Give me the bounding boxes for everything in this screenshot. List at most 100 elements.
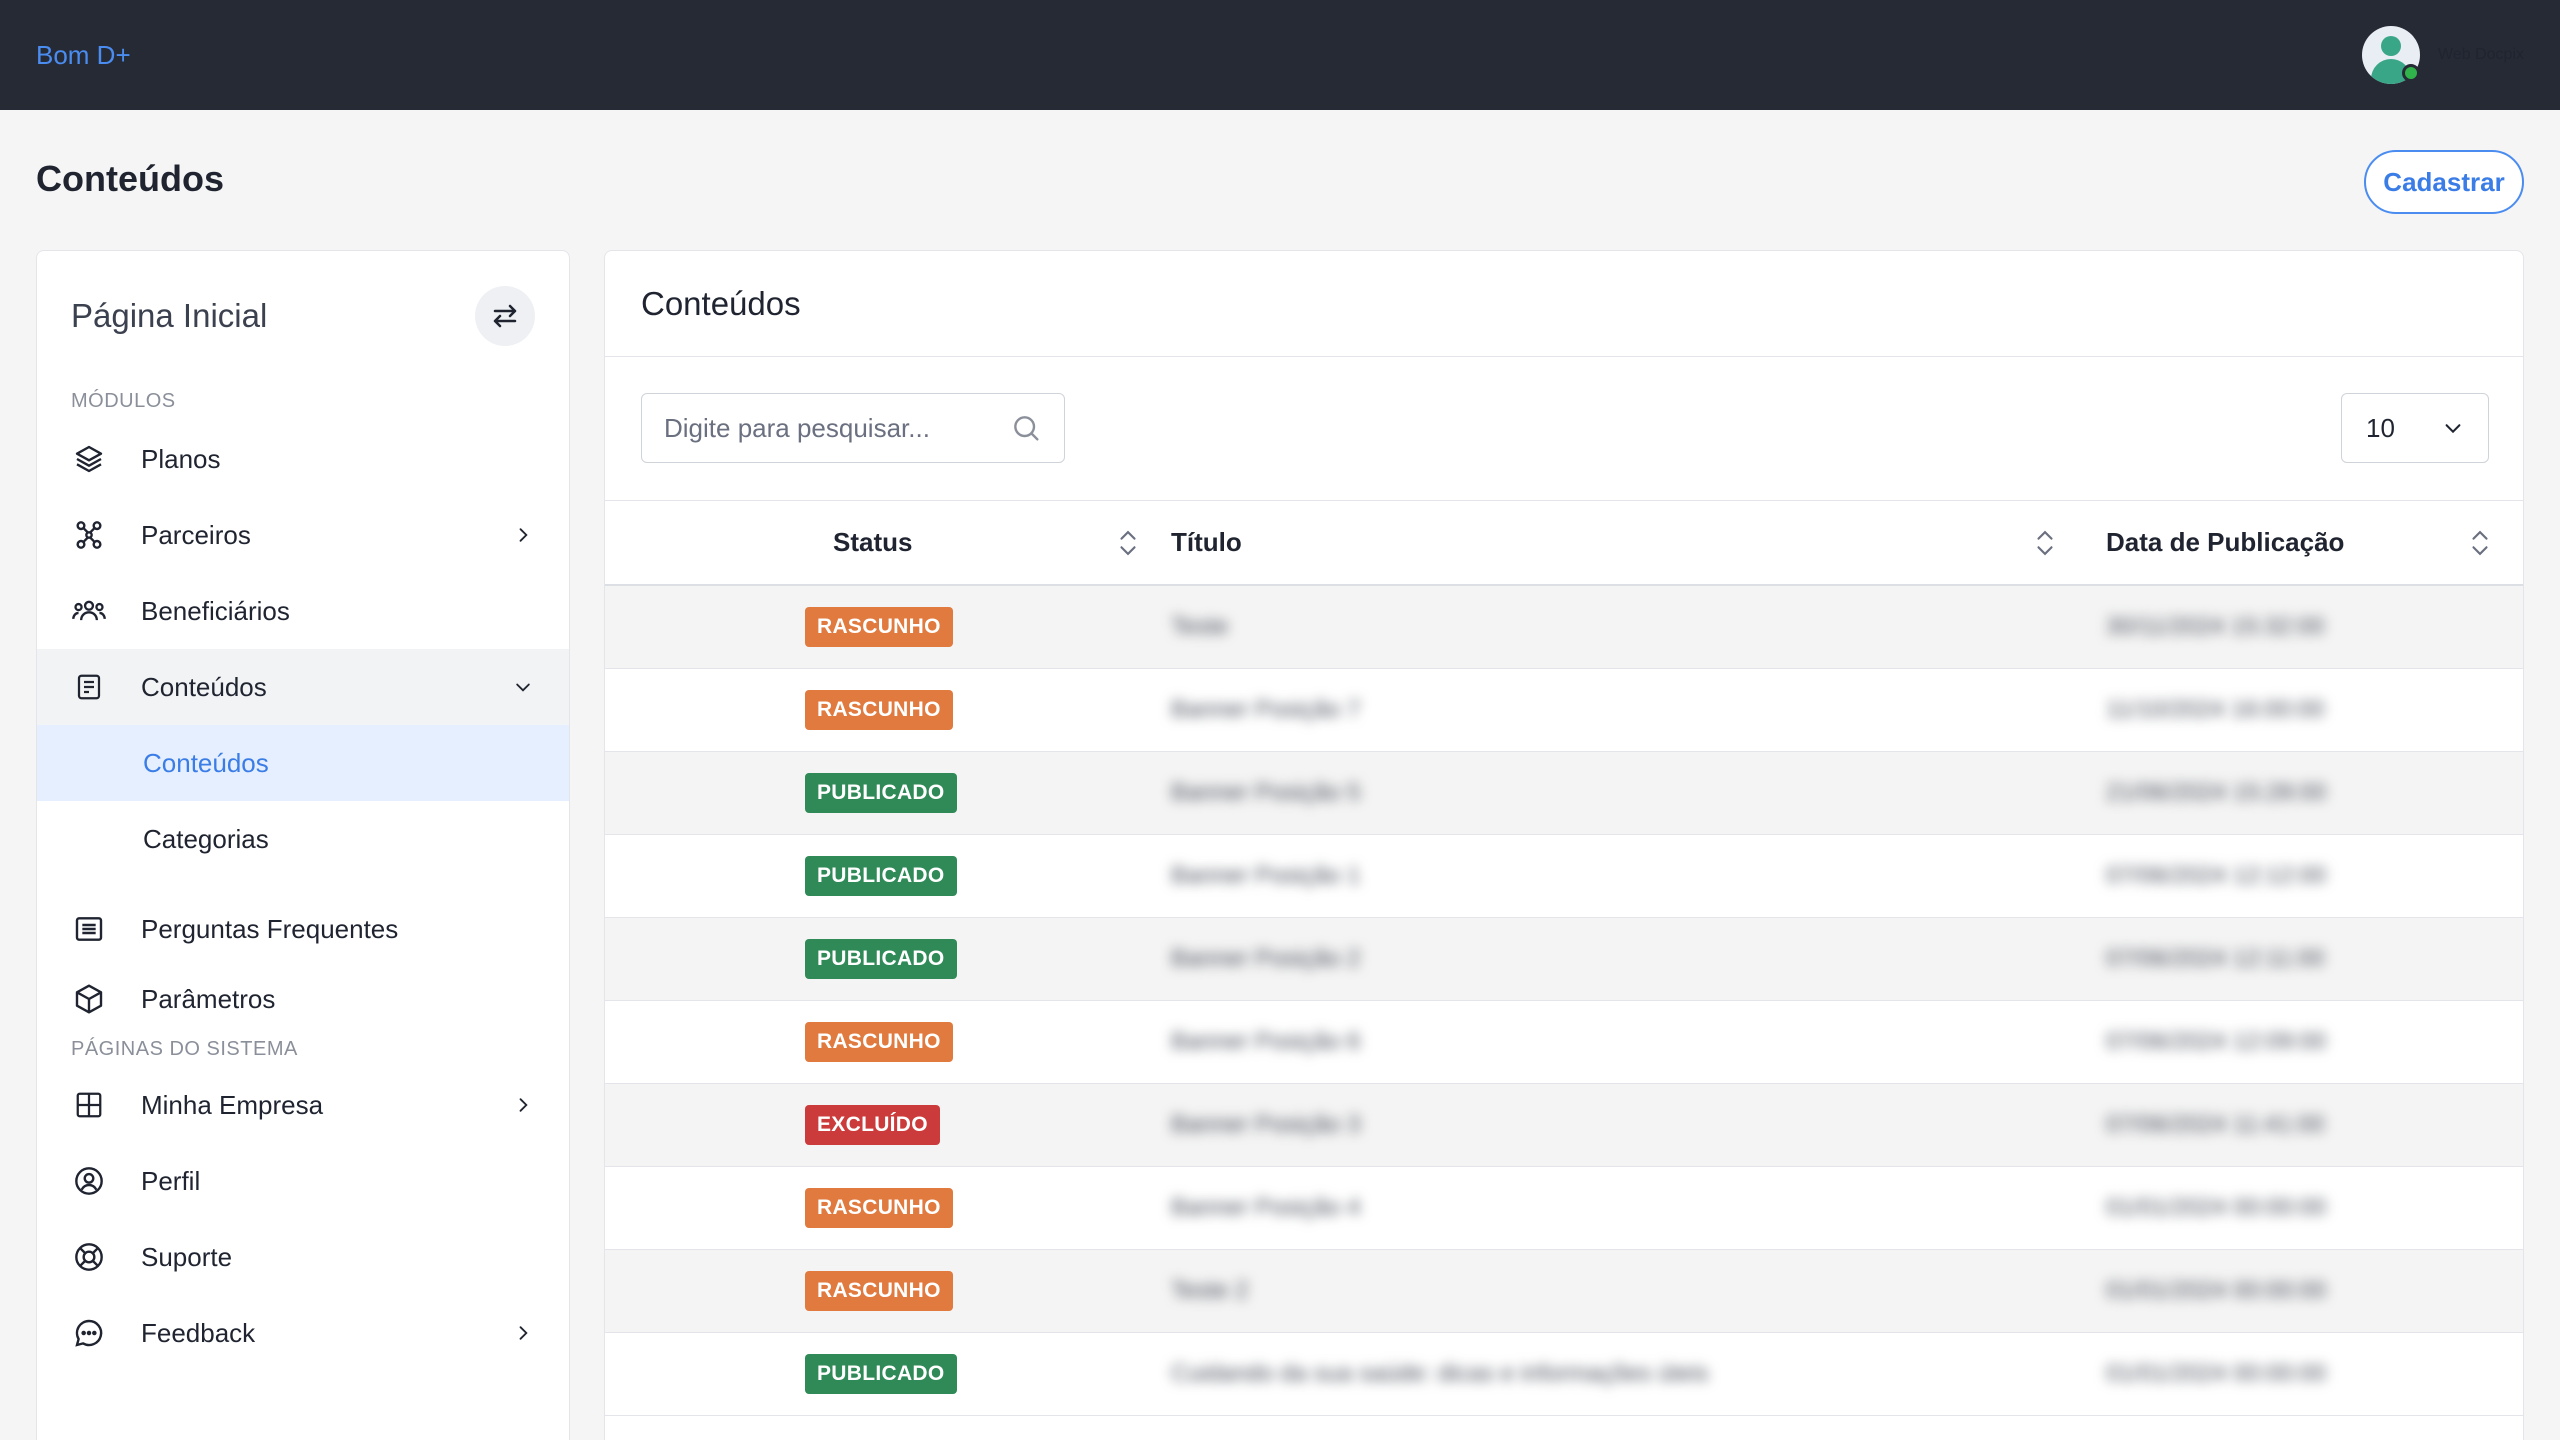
status-cell: PUBLICADO (605, 1332, 1171, 1416)
network-icon (71, 517, 107, 553)
date-text: 30/11/2024 15:32:00 (2106, 612, 2325, 640)
search-input[interactable] (664, 412, 984, 444)
table-row[interactable]: RASCUNHO Banner Posição 4 01/01/2024 00:00… (605, 1166, 2523, 1250)
title-cell[interactable]: Banner Posição 6 (1171, 1000, 2106, 1084)
column-header-titulo[interactable]: Título (1171, 501, 2106, 586)
sidebar-item-beneficiarios[interactable]: Beneficiários (37, 573, 569, 649)
date-cell: 01/01/2024 00:00:00 (2106, 1166, 2523, 1250)
status-badge: EXCLUÍDO (805, 1104, 940, 1145)
column-label: Data de Publicação (2106, 527, 2345, 557)
user-name: Web Docpix (2438, 46, 2524, 63)
users-icon (71, 593, 107, 629)
title-cell[interactable]: Banner Posição 4 (1171, 1166, 2106, 1250)
panel-title: Conteúdos (605, 251, 2523, 357)
brand-link[interactable]: Bom D+ (36, 40, 131, 71)
title-cell[interactable]: Cuidando da sua saúde: dicas e informaçõ… (1171, 1332, 2106, 1416)
search-box[interactable] (641, 393, 1065, 463)
status-badge: PUBLICADO (805, 855, 957, 896)
table-row[interactable]: PUBLICADO Banner Posição 2 07/06/2024 12:1… (605, 917, 2523, 1001)
title-text: Cuidando da sua saúde: dicas e informaçõ… (1171, 1359, 1709, 1387)
status-badge: RASCUNHO (805, 1021, 953, 1062)
sidebar-item-perguntas-frequentes[interactable]: Perguntas Frequentes (37, 891, 569, 967)
sidebar-item-feedback[interactable]: Feedback (37, 1295, 569, 1371)
search-icon[interactable] (1010, 412, 1042, 444)
table-row[interactable]: RASCUNHO Teste 30/11/2024 15:32:00 (605, 585, 2523, 669)
section-system-label: PÁGINAS DO SISTEMA (71, 1037, 298, 1060)
section-modules-label: MÓDULOS (71, 389, 176, 412)
sidebar-item-label: Suporte (141, 1241, 233, 1272)
user-circle-icon (71, 1163, 107, 1199)
column-label: Título (1171, 527, 1242, 557)
sidebar-item-parametros[interactable]: Parâmetros (37, 967, 569, 1031)
page-size-value: 10 (2366, 412, 2395, 443)
column-header-data-publicacao[interactable]: Data de Publicação (2106, 501, 2523, 586)
status-cell: PUBLICADO (605, 834, 1171, 918)
page-size-select[interactable]: 10 (2341, 393, 2489, 463)
sort-icon[interactable] (2032, 527, 2058, 559)
sidebar-item-label: Planos (141, 443, 221, 474)
date-cell: 07/06/2024 12:12:00 (2106, 834, 2523, 918)
status-cell: RASCUNHO (605, 1000, 1171, 1084)
sidebar-subitem-conteudos[interactable]: Conteúdos (37, 725, 569, 801)
date-cell: 07/06/2024 11:41:00 (2106, 1083, 2523, 1167)
table-row[interactable]: RASCUNHO Banner Posição 6 07/06/2024 12:09… (605, 1000, 2523, 1084)
status-badge: RASCUNHO (805, 1187, 953, 1228)
title-cell[interactable]: Banner Posição 2 (1171, 917, 2106, 1001)
date-cell: 11/10/2024 16:00:00 (2106, 668, 2523, 752)
table-toolbar: 10 (605, 357, 2523, 501)
cadastrar-button[interactable]: Cadastrar (2364, 150, 2524, 214)
sidebar-title[interactable]: Página Inicial (71, 297, 267, 335)
title-cell[interactable]: Banner Posição 3 (1171, 1083, 2106, 1167)
sort-icon[interactable] (1115, 527, 1141, 559)
layers-icon (71, 441, 107, 477)
date-text: 07/06/2024 12:09:00 (2106, 1027, 2327, 1055)
page-title: Conteúdos (36, 158, 224, 199)
status-cell: EXCLUÍDO (605, 1083, 1171, 1167)
title-cell[interactable]: Teste (1171, 585, 2106, 669)
sidebar-item-conteudos[interactable]: Conteúdos (37, 649, 569, 725)
column-header-status[interactable]: Status (605, 501, 1171, 586)
title-text: Teste (1171, 612, 1229, 640)
list-icon (71, 911, 107, 947)
title-text: Banner Posição 1 (1171, 861, 1361, 889)
title-cell[interactable]: Teste 2 (1171, 1249, 2106, 1333)
sidebar-toggle-button[interactable] (475, 286, 535, 346)
table-row[interactable]: RASCUNHO Teste 2 01/01/2024 00:00:00 (605, 1249, 2523, 1333)
title-text: Teste 2 (1171, 1276, 1249, 1304)
swap-arrows-icon (493, 304, 517, 328)
title-cell[interactable]: Banner Posição 1 (1171, 834, 2106, 918)
date-text: 01/01/2024 00:00:00 (2106, 1276, 2327, 1304)
sidebar-item-minha-empresa[interactable]: Minha Empresa (37, 1067, 569, 1143)
table-row[interactable]: PUBLICADO Cuidando da sua saúde: dicas e … (605, 1332, 2523, 1416)
sidebar-item-label: Minha Empresa (141, 1089, 324, 1120)
contents-table: Status Título Data de Publicação RASCUNH… (605, 501, 2523, 1416)
sidebar-item-planos[interactable]: Planos (37, 421, 569, 497)
user-menu[interactable]: Web Docpix (2362, 26, 2524, 84)
status-cell: RASCUNHO (605, 585, 1171, 669)
date-cell: 01/01/2024 00:00:00 (2106, 1249, 2523, 1333)
date-cell: 21/06/2024 15:28:00 (2106, 751, 2523, 835)
sidebar-item-perfil[interactable]: Perfil (37, 1143, 569, 1219)
sort-icon[interactable] (2467, 527, 2493, 559)
status-badge: PUBLICADO (805, 938, 957, 979)
chevron-down-icon (511, 675, 535, 699)
sidebar-item-label: Conteúdos (141, 671, 267, 702)
title-text: Banner Posição 2 (1171, 944, 1361, 972)
table-row[interactable]: PUBLICADO Banner Posição 5 21/06/2024 15:2… (605, 751, 2523, 835)
sidebar-subitem-categorias[interactable]: Categorias (37, 801, 569, 877)
sidebar-header: Página Inicial (37, 251, 569, 381)
sidebar-item-parceiros[interactable]: Parceiros (37, 497, 569, 573)
status-cell: RASCUNHO (605, 1166, 1171, 1250)
title-cell[interactable]: Banner Posição 5 (1171, 751, 2106, 835)
table-row[interactable]: RASCUNHO Banner Posição 7 11/10/2024 16:00… (605, 668, 2523, 752)
date-cell: 30/11/2024 15:32:00 (2106, 585, 2523, 669)
table-row[interactable]: PUBLICADO Banner Posição 1 07/06/2024 12:1… (605, 834, 2523, 918)
topbar: Bom D+ Web Docpix (0, 0, 2560, 110)
grid-icon (71, 1087, 107, 1123)
title-cell[interactable]: Banner Posição 7 (1171, 668, 2106, 752)
table-row[interactable]: EXCLUÍDO Banner Posição 3 07/06/2024 11:41… (605, 1083, 2523, 1167)
sidebar-item-suporte[interactable]: Suporte (37, 1219, 569, 1295)
column-label: Status (833, 527, 913, 557)
status-cell: PUBLICADO (605, 751, 1171, 835)
date-cell: 01/01/2024 00:00:00 (2106, 1332, 2523, 1416)
